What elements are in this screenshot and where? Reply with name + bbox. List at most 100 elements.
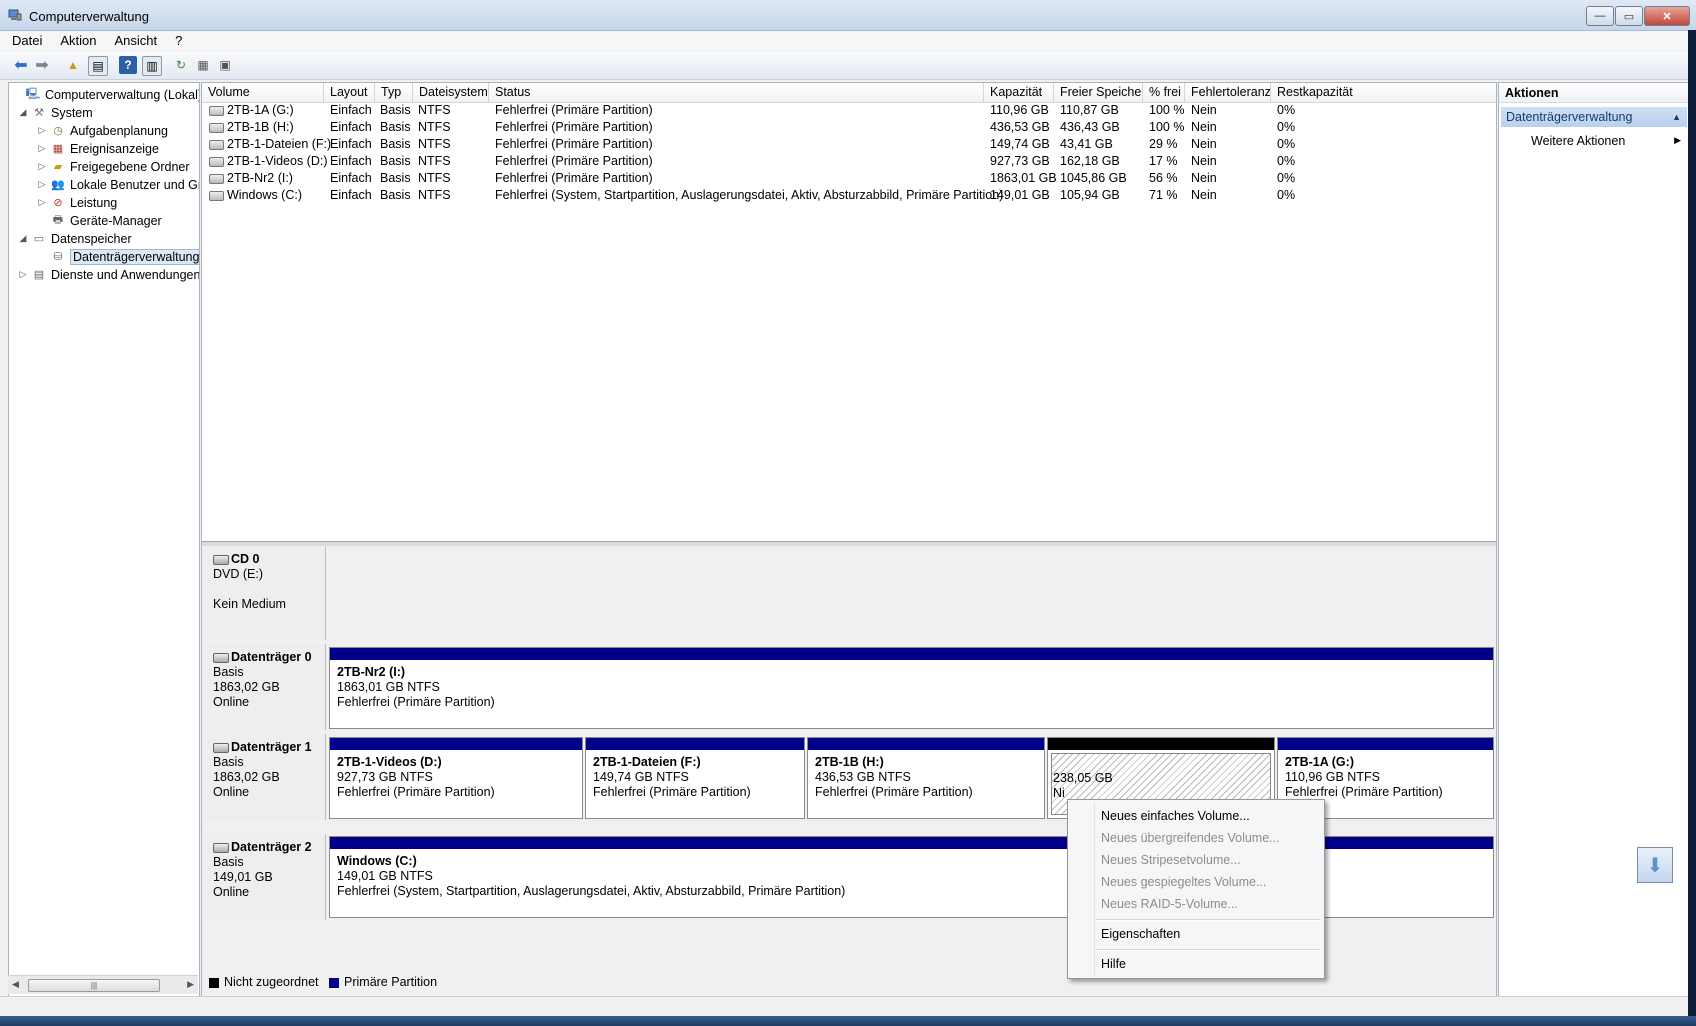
tree-item-aufgabenplanung[interactable]: ▷ ◷ Aufgabenplanung bbox=[36, 122, 168, 139]
table-row[interactable]: 2TB-Nr2 (I:) Einfach Basis NTFS Fehlerfrei (… bbox=[202, 170, 1496, 187]
col-kapazitaet[interactable]: Kapazität bbox=[984, 83, 1054, 102]
collapse-up-icon[interactable]: ▲ bbox=[1672, 107, 1681, 127]
help-icon[interactable]: ? bbox=[119, 56, 137, 74]
table-cell: Nein bbox=[1191, 188, 1217, 202]
tree-item-geraete-manager[interactable]: 🖶 Geräte-Manager bbox=[36, 212, 162, 229]
table-cell: Fehlerfrei (Primäre Partition) bbox=[495, 154, 653, 168]
menu-hilfe[interactable]: Hilfe bbox=[1101, 957, 1126, 971]
hard-disk-icon bbox=[213, 742, 229, 753]
menu-neues-raid5-volume[interactable]: Neues RAID-5-Volume... bbox=[1101, 897, 1238, 911]
tree-item-dienste[interactable]: ▷ ▤ Dienste und Anwendungen bbox=[17, 266, 199, 283]
disk-label-cd0[interactable]: CD 0 DVD (E:) Kein Medium bbox=[204, 546, 326, 640]
table-row[interactable]: 2TB-1-Dateien (F:) Einfach Basis NTFS Fehler… bbox=[202, 136, 1496, 153]
forward-arrow-icon[interactable]: ➡ bbox=[33, 56, 51, 74]
table-cell: Basis bbox=[380, 103, 411, 117]
table-cell: Windows (C:) bbox=[209, 187, 302, 204]
tree-item-computerverwaltung[interactable]: 🖳 Computerverwaltung (Lokal) bbox=[11, 86, 199, 103]
actions-section-datentraegerverwaltung[interactable]: Datenträgerverwaltung ▲ bbox=[1501, 107, 1687, 127]
menu-neues-gespiegeltes-volume[interactable]: Neues gespiegeltes Volume... bbox=[1101, 875, 1266, 889]
table-cell: Fehlerfrei (Primäre Partition) bbox=[495, 137, 653, 151]
scroll-left-icon[interactable]: ◀ bbox=[12, 979, 19, 990]
col-prozent-frei[interactable]: % frei bbox=[1143, 83, 1185, 102]
table-cell: 149,01 GB bbox=[990, 188, 1050, 202]
show-hide-actions-icon[interactable]: ▥ bbox=[142, 56, 162, 76]
tree-item-ereignisanzeige[interactable]: ▷ ▦ Ereignisanzeige bbox=[36, 140, 159, 157]
properties-icon[interactable]: ▦ bbox=[194, 56, 212, 74]
tools-icon: ⚒ bbox=[34, 107, 44, 119]
tree-item-leistung[interactable]: ▷ ⊘ Leistung bbox=[36, 194, 118, 211]
menu-help[interactable]: ? bbox=[163, 31, 188, 48]
table-cell: 56 % bbox=[1149, 171, 1178, 185]
table-row[interactable]: Windows (C:) Einfach Basis NTFS Fehlerfrei (… bbox=[202, 187, 1496, 204]
menu-neues-uebergreifendes-volume[interactable]: Neues übergreifendes Volume... bbox=[1101, 831, 1280, 845]
partition-2tb-1-dateien[interactable]: 2TB-1-Dateien (F:) 149,74 GB NTFS Fehlerfr… bbox=[585, 737, 805, 819]
table-cell: Fehlerfrei (Primäre Partition) bbox=[495, 120, 653, 134]
table-row[interactable]: 2TB-1-Videos (D:) Einfach Basis NTFS Fehlerf… bbox=[202, 153, 1496, 170]
table-cell: NTFS bbox=[418, 137, 451, 151]
table-cell: 2TB-1-Videos (D:) bbox=[209, 153, 328, 170]
tree-item-datentraegerverwaltung[interactable]: ⛁ Datenträgerverwaltung bbox=[36, 248, 199, 265]
tree-item-system[interactable]: ◢ ⚒ System bbox=[17, 104, 93, 121]
tree-item-datenspeicher[interactable]: ◢ ▭ Datenspeicher bbox=[17, 230, 132, 247]
minimize-button[interactable]: — bbox=[1586, 6, 1614, 26]
disk-label-2[interactable]: Datenträger 2 Basis 149,01 GB Online bbox=[204, 834, 326, 920]
menu-eigenschaften[interactable]: Eigenschaften bbox=[1101, 927, 1180, 941]
partition-2tb-nr2[interactable]: 2TB-Nr2 (I:) 1863,01 GB NTFS Fehlerfrei (P… bbox=[329, 647, 1494, 729]
table-cell: Einfach bbox=[330, 171, 372, 185]
weitere-aktionen[interactable]: Weitere Aktionen bbox=[1531, 134, 1625, 148]
scrollbar-thumb[interactable]: ||| bbox=[28, 979, 160, 992]
cd-drive-icon bbox=[213, 554, 229, 565]
col-typ[interactable]: Typ bbox=[375, 83, 413, 102]
table-cell: 0% bbox=[1277, 103, 1296, 117]
col-fehlertoleranz[interactable]: Fehlertoleranz bbox=[1185, 83, 1271, 102]
download-arrow-icon[interactable]: ⬇ bbox=[1637, 847, 1673, 883]
volume-icon bbox=[209, 156, 224, 167]
up-folder-icon[interactable]: ▲ bbox=[64, 56, 82, 74]
table-cell: 436,53 GB bbox=[990, 120, 1050, 134]
table-cell: Nein bbox=[1191, 137, 1217, 151]
scroll-right-icon[interactable]: ▶ bbox=[187, 979, 194, 990]
col-layout[interactable]: Layout bbox=[324, 83, 375, 102]
menu-aktion[interactable]: Aktion bbox=[48, 31, 102, 48]
disk-label-0[interactable]: Datenträger 0 Basis 1863,02 GB Online bbox=[204, 644, 326, 730]
close-button[interactable]: ✕ bbox=[1644, 6, 1690, 26]
table-cell: Einfach bbox=[330, 120, 372, 134]
users-icon: 👥 bbox=[51, 179, 65, 191]
col-dateisystem[interactable]: Dateisystem bbox=[413, 83, 489, 102]
table-cell: 2TB-1A (G:) bbox=[209, 102, 294, 119]
partition-2tb-1b[interactable]: 2TB-1B (H:) 436,53 GB NTFS Fehlerfrei (Pri… bbox=[807, 737, 1045, 819]
title-bar: Computerverwaltung — ▭ ✕ bbox=[0, 0, 1696, 31]
show-hide-tree-icon[interactable]: ▤ bbox=[88, 56, 108, 76]
menu-bar: Datei Aktion Ansicht? bbox=[0, 31, 1696, 51]
table-cell: Fehlerfrei (System, Startpartition, Ausl… bbox=[495, 188, 1004, 202]
table-cell: Nein bbox=[1191, 120, 1217, 134]
table-cell: Fehlerfrei (Primäre Partition) bbox=[495, 171, 653, 185]
tree-horizontal-scrollbar[interactable]: ◀ ||| ▶ bbox=[8, 975, 198, 994]
menu-datei[interactable]: Datei bbox=[0, 31, 48, 48]
table-cell: 0% bbox=[1277, 154, 1296, 168]
menu-neues-stripesetvolume[interactable]: Neues Stripesetvolume... bbox=[1101, 853, 1241, 867]
partition-2tb-1-videos[interactable]: 2TB-1-Videos (D:) 927,73 GB NTFS Fehlerfre… bbox=[329, 737, 583, 819]
table-row[interactable]: 2TB-1A (G:) Einfach Basis NTFS Fehlerfrei (P… bbox=[202, 102, 1496, 119]
refresh-icon[interactable]: ↻ bbox=[172, 56, 190, 74]
menu-ansicht[interactable]: Ansicht bbox=[103, 31, 164, 48]
tree-item-freigegebene-ordner[interactable]: ▷ ▰ Freigegebene Ordner bbox=[36, 158, 190, 175]
menu-neues-einfaches-volume[interactable]: Neues einfaches Volume... bbox=[1101, 809, 1250, 823]
back-arrow-icon[interactable]: ⬅ bbox=[12, 56, 30, 74]
export-list-icon[interactable]: ▣ bbox=[216, 56, 234, 74]
volume-list-header: Volume Layout Typ Dateisystem Status Kap… bbox=[202, 83, 1496, 103]
computer-icon: 🖳 bbox=[25, 88, 41, 100]
disk-label-1[interactable]: Datenträger 1 Basis 1863,02 GB Online bbox=[204, 734, 326, 820]
col-volume[interactable]: Volume bbox=[202, 83, 324, 102]
col-restkapazitaet[interactable]: Restkapazität bbox=[1271, 83, 1496, 102]
menu-separator bbox=[1096, 919, 1320, 921]
table-cell: 0% bbox=[1277, 171, 1296, 185]
maximize-button[interactable]: ▭ bbox=[1615, 6, 1643, 26]
col-freier-speicher[interactable]: Freier Speicher bbox=[1054, 83, 1143, 102]
device-manager-icon: 🖶 bbox=[52, 214, 64, 226]
computer-management-window: Computerverwaltung — ▭ ✕ Datei Aktion Ansi… bbox=[0, 0, 1696, 1022]
col-status[interactable]: Status bbox=[489, 83, 984, 102]
table-row[interactable]: 2TB-1B (H:) Einfach Basis NTFS Fehlerfrei (P… bbox=[202, 119, 1496, 136]
event-icon: ▦ bbox=[52, 143, 64, 155]
tree-item-lokale-benutzer[interactable]: ▷👥Lokale Benutzer und Gruppen bbox=[36, 176, 199, 193]
